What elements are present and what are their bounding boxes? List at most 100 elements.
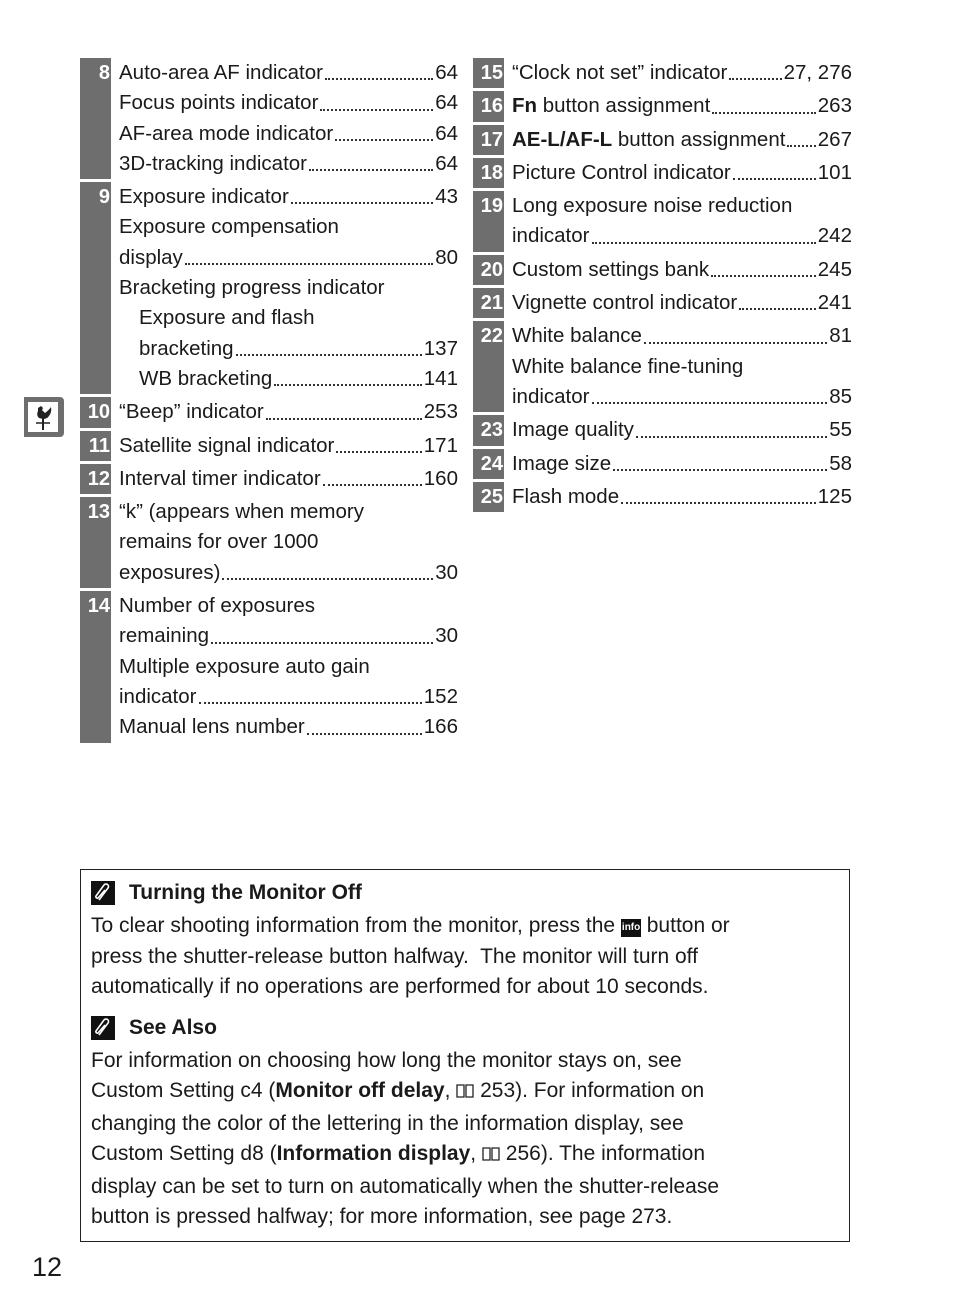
index-entry: 25 Flash mode 125 [473,481,852,513]
entry-lines: Number of exposures remaining 30 Multiple e… [111,591,458,742]
entry-bold-label: Fn [512,94,538,118]
note-heading: See Also [91,1010,839,1046]
entry-number: 19 [473,191,504,252]
entry-number: 12 [80,463,111,495]
entry-text: Exposure compensation [119,215,339,239]
entry-line: Satellite signal indicator 171 [119,431,458,461]
entry-lines: Long exposure noise reduction indicator 24… [504,191,852,252]
note-line: press the shutter-release button halfway… [91,942,839,973]
leader-dots [739,288,816,318]
entry-text: Long exposure noise reduction [512,194,793,218]
page-reference: 64 [435,61,458,84]
index-entry: 18 Picture Control indicator 101 [473,157,852,189]
page-reference: 125 [817,484,852,508]
entry-line: Bracketing progress indicator [119,273,458,303]
note-text: Custom Setting d8 ( [91,1142,277,1165]
page-reference: 81 [829,324,852,348]
page-reference: 152 [423,684,458,708]
leader-dots [711,255,816,285]
entry-text: Focus points indicator [119,91,319,115]
entry-line: indicator 85 [512,382,852,412]
page-reference: 141 [423,366,458,390]
entry-text: White balance fine-tuning [512,354,744,378]
page-reference: 43 [435,185,458,209]
note-title: See Also [129,1015,217,1039]
paperclip-icon [91,881,115,905]
note-line: changing the color of the lettering in t… [91,1109,839,1140]
section-tab [24,397,64,437]
entry-line: remains for over 1000 [119,527,458,557]
leader-dots [211,621,434,651]
page-reference: 171 [423,433,458,457]
paperclip-icon [91,1015,115,1040]
entry-line: Interval timer indicator 160 [119,464,458,494]
page-reference: 30 [435,560,458,584]
entry-text: button assignment [612,127,786,151]
page-reference: 160 [423,466,458,490]
entry-number: 18 [473,157,504,189]
entry-line: “Clock not set” indicator 27, 276 [512,58,852,88]
entry-lines: White balance 81 White balance fine-tuning… [504,321,852,412]
entry-text: Vignette control indicator [512,291,738,315]
entry-line: WB bracketing 141 [119,364,458,394]
entry-text: Image size [512,451,612,475]
entry-text: Multiple exposure auto gain [119,654,370,678]
book-reference-icon [482,1141,500,1172]
leader-dots [184,243,434,273]
entry-line: Fn button assignment 263 [512,91,852,121]
entry-text: Image quality [512,418,634,442]
entry-text: White balance [512,324,642,348]
entry-lines: “k” (appears when memory remains for over… [111,497,458,588]
index-entry: 9 Exposure indicator 43 Exposure compensati… [80,182,458,395]
leader-dots [591,382,828,412]
page-reference: 245 [817,257,852,281]
entry-line: exposures) 30 [119,558,458,588]
note-title: Turning the Monitor Off [129,881,362,904]
entry-lines: “Clock not set” indicator 27, 276 [504,58,852,88]
leader-dots [274,364,422,394]
entry-line: display 80 [119,243,458,273]
page-reference: 55 [829,418,852,442]
entry-number: 14 [80,591,111,743]
entry-lines: Auto-area AF indicator 64 Focus points ind… [111,58,458,179]
entry-text: indicator [119,684,197,708]
entry-number: 25 [473,481,504,513]
note-text: , [470,1142,482,1165]
entry-text: button assignment [537,94,711,118]
entry-number: 23 [473,415,504,446]
page-reference: 242 [817,224,852,248]
entry-text: 3D-tracking indicator [119,151,307,175]
entry-lines: Exposure indicator 43 Exposure compensatio… [111,182,458,394]
leader-dots [335,119,434,149]
page-reference: 101 [817,160,852,184]
entry-line: Auto-area AF indicator 64 [119,58,458,88]
leader-dots [320,88,433,118]
page-reference: 27, 276 [783,61,852,84]
leader-dots [635,415,828,445]
page-reference: 263 [817,94,852,118]
leader-dots [613,449,828,479]
entry-bold-label: AE-L/AF-L [512,127,613,151]
entry-text: “k” (appears when memory [119,500,364,524]
entry-lines: AE-L/AF-L button assignment 267 [504,125,852,155]
leader-dots [222,558,433,588]
page-reference: 137 [423,336,458,360]
note-text: display can be set to turn on automatica… [91,1174,720,1198]
note-line: To clear shooting information from the m… [91,911,839,942]
page-reference: 30 [435,624,458,648]
note-line: display can be set to turn on automatica… [91,1172,839,1203]
entry-line: Vignette control indicator 241 [512,288,852,318]
index-entry: 24 Image size 58 [473,448,852,479]
entry-text: “Clock not set” indicator [512,61,728,84]
note-text: 253). For information on [474,1079,705,1102]
page-number: 12 [32,1252,63,1282]
note-line: Custom Setting c4 (Monitor off delay, 25… [91,1076,839,1109]
leader-dots [621,482,816,512]
leader-dots [198,682,422,712]
entry-text: “Beep” indicator [119,400,264,424]
leader-dots [591,221,816,251]
entry-lines: Image size 58 [504,449,852,479]
entry-line: “k” (appears when memory [119,497,458,527]
weathervane-rooster-icon [28,402,58,432]
entry-text: Number of exposures [119,594,315,618]
